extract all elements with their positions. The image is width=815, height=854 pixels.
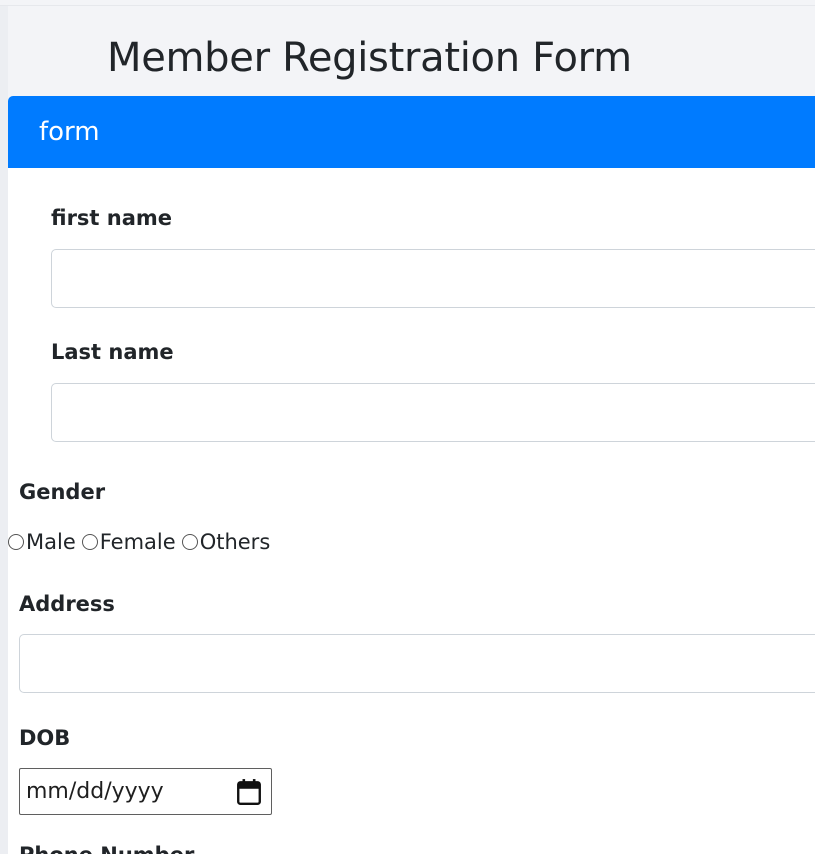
address-label: Address bbox=[19, 592, 115, 616]
page: Member Registration Form form first name… bbox=[0, 0, 815, 854]
gender-option-female[interactable]: Female bbox=[81, 530, 176, 554]
top-divider bbox=[0, 5, 815, 6]
others-label: Others bbox=[199, 530, 271, 554]
dob-label: DOB bbox=[19, 726, 71, 750]
dob-input[interactable]: mm/dd/yyyy bbox=[19, 768, 272, 815]
gender-label: Gender bbox=[19, 480, 106, 504]
dob-placeholder: mm/dd/yyyy bbox=[26, 779, 164, 804]
female-radio[interactable] bbox=[81, 534, 98, 550]
others-radio[interactable] bbox=[181, 534, 198, 550]
gender-radio-group: Male Female Others bbox=[8, 528, 276, 556]
female-label: Female bbox=[99, 530, 176, 554]
gender-option-others[interactable]: Others bbox=[181, 530, 271, 554]
last-name-label: Last name bbox=[51, 340, 174, 364]
left-edge bbox=[0, 6, 8, 854]
last-name-input[interactable] bbox=[51, 383, 815, 442]
gender-option-male[interactable]: Male bbox=[8, 530, 76, 554]
first-name-label: first name bbox=[51, 206, 173, 230]
card-header: form bbox=[8, 96, 815, 168]
calendar-icon[interactable] bbox=[236, 778, 262, 806]
page-title: Member Registration Form bbox=[107, 35, 632, 81]
first-name-input[interactable] bbox=[51, 249, 815, 308]
male-radio[interactable] bbox=[8, 534, 24, 550]
phone-number-label: Phone Number bbox=[19, 842, 194, 854]
card-header-title: form bbox=[39, 117, 100, 147]
male-label: Male bbox=[26, 530, 76, 554]
address-input[interactable] bbox=[19, 634, 815, 693]
